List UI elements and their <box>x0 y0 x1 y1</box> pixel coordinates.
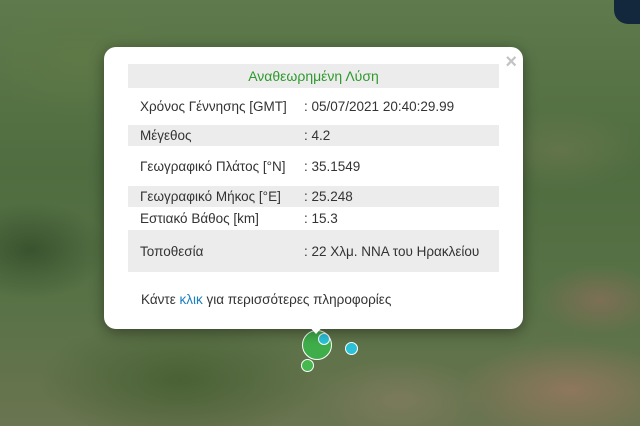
location-label: Τοποθεσία <box>128 230 300 272</box>
depth-label: Εστιακό Βάθος [km] <box>140 211 259 226</box>
earthquake-marker-inner[interactable] <box>318 333 330 345</box>
earthquake-info-table: Αναθεωρημένη Λύση Χρόνος Γέννησης [GMT] … <box>128 64 499 272</box>
more-info-link[interactable]: κλικ <box>180 292 203 307</box>
location-value: : 22 Χλμ. ΝΝΑ του Ηρακλείου <box>300 230 499 272</box>
longitude-label: Γεωγραφικό Μήκος [°E] <box>128 186 300 207</box>
more-info-suffix: για περισσότερες πληροφορίες <box>202 292 392 307</box>
latitude-label: Γεωγραφικό Πλάτος [°N] <box>140 158 286 174</box>
depth-value: : 15.3 <box>304 211 338 226</box>
more-info-prefix: Κάντε <box>141 292 180 307</box>
earthquake-marker-small[interactable] <box>301 359 314 372</box>
longitude-value: : 25.248 <box>300 186 499 207</box>
latitude-value: : 35.1549 <box>304 158 361 174</box>
magnitude-label: Μέγεθος <box>128 125 300 146</box>
popup-title: Αναθεωρημένη Λύση <box>128 64 499 88</box>
origin-time-label: Χρόνος Γέννησης [GMT] <box>140 99 287 114</box>
more-info-line: Κάντε κλικ για περισσότερες πληροφορίες <box>141 292 391 307</box>
origin-time-value: : 05/07/2021 20:40:29.99 <box>304 99 455 114</box>
magnitude-value: : 4.2 <box>300 125 499 146</box>
popup-tip <box>305 322 327 334</box>
earthquake-info-popup: × Αναθεωρημένη Λύση Χρόνος Γέννησης [GMT… <box>104 47 523 329</box>
earthquake-marker-cyan[interactable] <box>345 342 358 355</box>
sea-area <box>614 0 640 24</box>
close-icon[interactable]: × <box>505 52 517 72</box>
